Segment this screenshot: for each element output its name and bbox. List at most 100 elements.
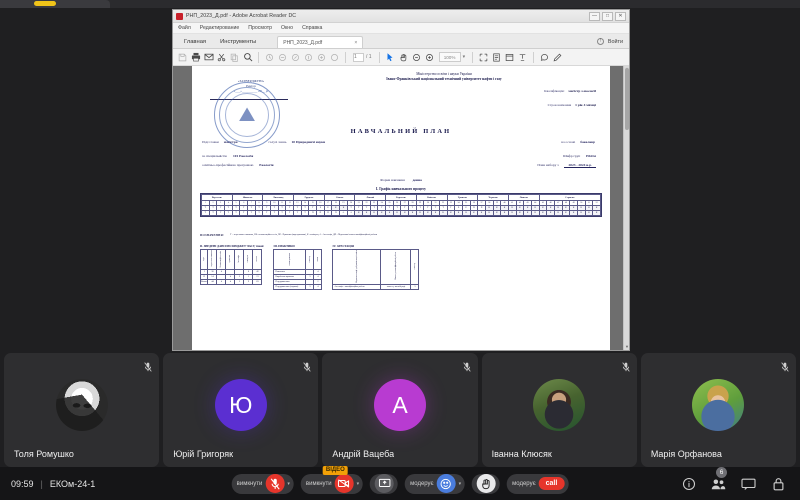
calendar-cell: К bbox=[584, 210, 594, 216]
academic-calendar-table: Вересень Жовтень Листопад Грудень Січень Люти… bbox=[200, 193, 602, 217]
close-icon[interactable]: × bbox=[354, 40, 357, 46]
calendar-cell: Т bbox=[293, 210, 302, 216]
maximize-button[interactable]: □ bbox=[602, 11, 613, 21]
calendar-cell: Т bbox=[224, 210, 233, 216]
participants-icon[interactable]: 6 bbox=[711, 467, 727, 491]
group-label: Шифр груп bbox=[563, 154, 581, 158]
control-mic[interactable]: вимкнути ▾ bbox=[231, 473, 294, 494]
fill-sign-icon[interactable] bbox=[315, 51, 328, 64]
document-scrollbar[interactable]: ▲ ▼ bbox=[623, 66, 629, 350]
control-end[interactable]: модерує call bbox=[507, 473, 569, 494]
document-title: НАВЧАЛЬНИЙ ПЛАН bbox=[350, 128, 452, 135]
chevron-down-icon[interactable]: ▾ bbox=[287, 481, 290, 487]
acrobat-app-icon bbox=[176, 12, 183, 20]
menu-item-edit[interactable]: Редактирование bbox=[200, 25, 240, 31]
menu-item-view[interactable]: Просмотр bbox=[248, 25, 272, 31]
scroll-down-arrow-icon[interactable]: ▼ bbox=[624, 344, 629, 350]
table-column-header: Екзаменаційна сесія bbox=[216, 249, 227, 270]
hand-tool-icon[interactable] bbox=[397, 51, 410, 64]
highlight-icon[interactable] bbox=[516, 51, 529, 64]
tab-tools[interactable]: Инструменты bbox=[213, 39, 263, 48]
save-icon[interactable] bbox=[176, 51, 189, 64]
select-text-icon[interactable] bbox=[289, 51, 302, 64]
base-value: бакалавр bbox=[580, 140, 595, 144]
tab-home[interactable]: Главная bbox=[177, 39, 213, 48]
control-react[interactable]: модерує ▾ bbox=[405, 473, 466, 494]
participants-count-badge: 6 bbox=[716, 467, 727, 478]
menu-item-help[interactable]: Справка bbox=[302, 25, 322, 31]
participant-tile[interactable]: Толя Ромушко bbox=[4, 353, 160, 467]
participant-tile[interactable]: Марія Орфанова bbox=[640, 353, 797, 467]
scrollbar-thumb[interactable] bbox=[625, 68, 629, 130]
table-row: Всього 44 4 4 2 9 63 bbox=[199, 279, 263, 285]
stamp-icon[interactable] bbox=[302, 51, 315, 64]
arrow-select-icon[interactable] bbox=[384, 51, 397, 64]
chevron-down-icon[interactable]: ▾ bbox=[459, 481, 462, 487]
chat-icon[interactable] bbox=[741, 476, 756, 491]
calendar-cell: К bbox=[461, 210, 471, 216]
calendar-cell: К bbox=[569, 210, 578, 216]
meeting-info: 09:59 | ЕКОм-24-1 bbox=[0, 479, 95, 489]
fit-width-icon[interactable] bbox=[477, 51, 490, 64]
plan-label: План набору з bbox=[537, 162, 559, 167]
close-button[interactable]: ✕ bbox=[615, 11, 626, 21]
comment-icon[interactable] bbox=[328, 51, 341, 64]
participant-tile[interactable]: А Андрій Вацеба bbox=[322, 353, 478, 467]
screen-share-icon[interactable] bbox=[375, 474, 395, 493]
participant-tile[interactable]: Іванна Клюсяк bbox=[481, 353, 637, 467]
email-icon[interactable] bbox=[202, 51, 215, 64]
page-current-input[interactable]: 1 bbox=[353, 52, 364, 62]
camera-off-icon[interactable] bbox=[334, 474, 354, 493]
pen-icon[interactable] bbox=[551, 51, 564, 64]
menu-item-file[interactable]: Файл bbox=[178, 25, 191, 31]
control-camera[interactable]: вимкнути ▾ ВІДЕО bbox=[300, 465, 364, 494]
screen-share-meeting-window: РНП_2023_Д.pdf - Adobe Acrobat Reader DC… bbox=[0, 0, 800, 500]
control-raise[interactable] bbox=[472, 473, 501, 494]
print-icon[interactable] bbox=[189, 51, 202, 64]
menu-item-window[interactable]: Окно bbox=[281, 25, 293, 31]
table-cell: 63 bbox=[252, 279, 263, 285]
browser-tab[interactable] bbox=[0, 0, 110, 8]
info-icon[interactable] bbox=[681, 476, 696, 491]
cut-icon[interactable] bbox=[215, 51, 228, 64]
end-call-icon[interactable]: call bbox=[538, 476, 565, 491]
meeting-room-name: ЕКОм-24-1 bbox=[49, 478, 96, 489]
microphone-off-icon[interactable] bbox=[265, 474, 285, 493]
zoom-in-icon[interactable] bbox=[423, 51, 436, 64]
calendar-cell: К bbox=[431, 210, 440, 216]
copy-icon[interactable] bbox=[228, 51, 241, 64]
chevron-down-icon[interactable]: ▾ bbox=[463, 54, 466, 60]
calendar-cell: К bbox=[484, 210, 494, 216]
lock-icon[interactable] bbox=[771, 476, 786, 491]
sign-in-button[interactable]: ! Войти bbox=[596, 38, 629, 48]
zoom-control[interactable]: 100% ▾ bbox=[438, 52, 466, 62]
toolbar-separator-2 bbox=[345, 51, 346, 63]
acrobat-menu-bar: Файл Редактирование Просмотр Окно Справк… bbox=[173, 23, 629, 34]
calendar-cell: А bbox=[346, 210, 356, 216]
acrobat-document-area: Міністерство освіти і науки України Іван… bbox=[173, 66, 629, 350]
page-fit-icon[interactable] bbox=[490, 51, 503, 64]
reactions-icon[interactable] bbox=[436, 474, 456, 493]
search-icon[interactable] bbox=[241, 51, 254, 64]
calendar-cell: Т bbox=[231, 210, 241, 216]
reading-mode-icon[interactable] bbox=[503, 51, 516, 64]
rotate-ccw-icon[interactable] bbox=[263, 51, 276, 64]
practices-table: ІІІ. ПРАКТИКИ Назва практики Семестр Тижні… bbox=[273, 244, 323, 290]
zoom-value[interactable]: 100% bbox=[438, 52, 461, 62]
qualification-label: Кваліфікація: bbox=[544, 89, 565, 93]
document-tab[interactable]: РНП_2023_Д.pdf × bbox=[277, 36, 364, 48]
minimize-button[interactable]: — bbox=[589, 11, 600, 21]
control-share[interactable] bbox=[370, 473, 399, 494]
participant-name: Марія Орфанова bbox=[650, 449, 722, 459]
speech-bubble-icon[interactable] bbox=[538, 51, 551, 64]
rotate-cw-icon[interactable] bbox=[276, 51, 289, 64]
raise-hand-icon[interactable] bbox=[477, 474, 497, 493]
page-navigator[interactable]: 1 / 1 bbox=[353, 52, 372, 62]
participant-name: Толя Ромушко bbox=[14, 449, 74, 459]
table-2-title: ІІ. ЗВЕДЕНІ ДАНІ ПРО БЮДЖЕТ ЧАСУ, тижні bbox=[200, 244, 264, 248]
zoom-out-icon[interactable] bbox=[410, 51, 423, 64]
chevron-down-icon[interactable]: ▾ bbox=[357, 481, 360, 487]
participant-tile[interactable]: Ю Юрій Григоряк bbox=[163, 353, 319, 467]
specialty-label: за спеціальністю bbox=[202, 154, 228, 158]
calendar-cell: К bbox=[492, 210, 502, 216]
